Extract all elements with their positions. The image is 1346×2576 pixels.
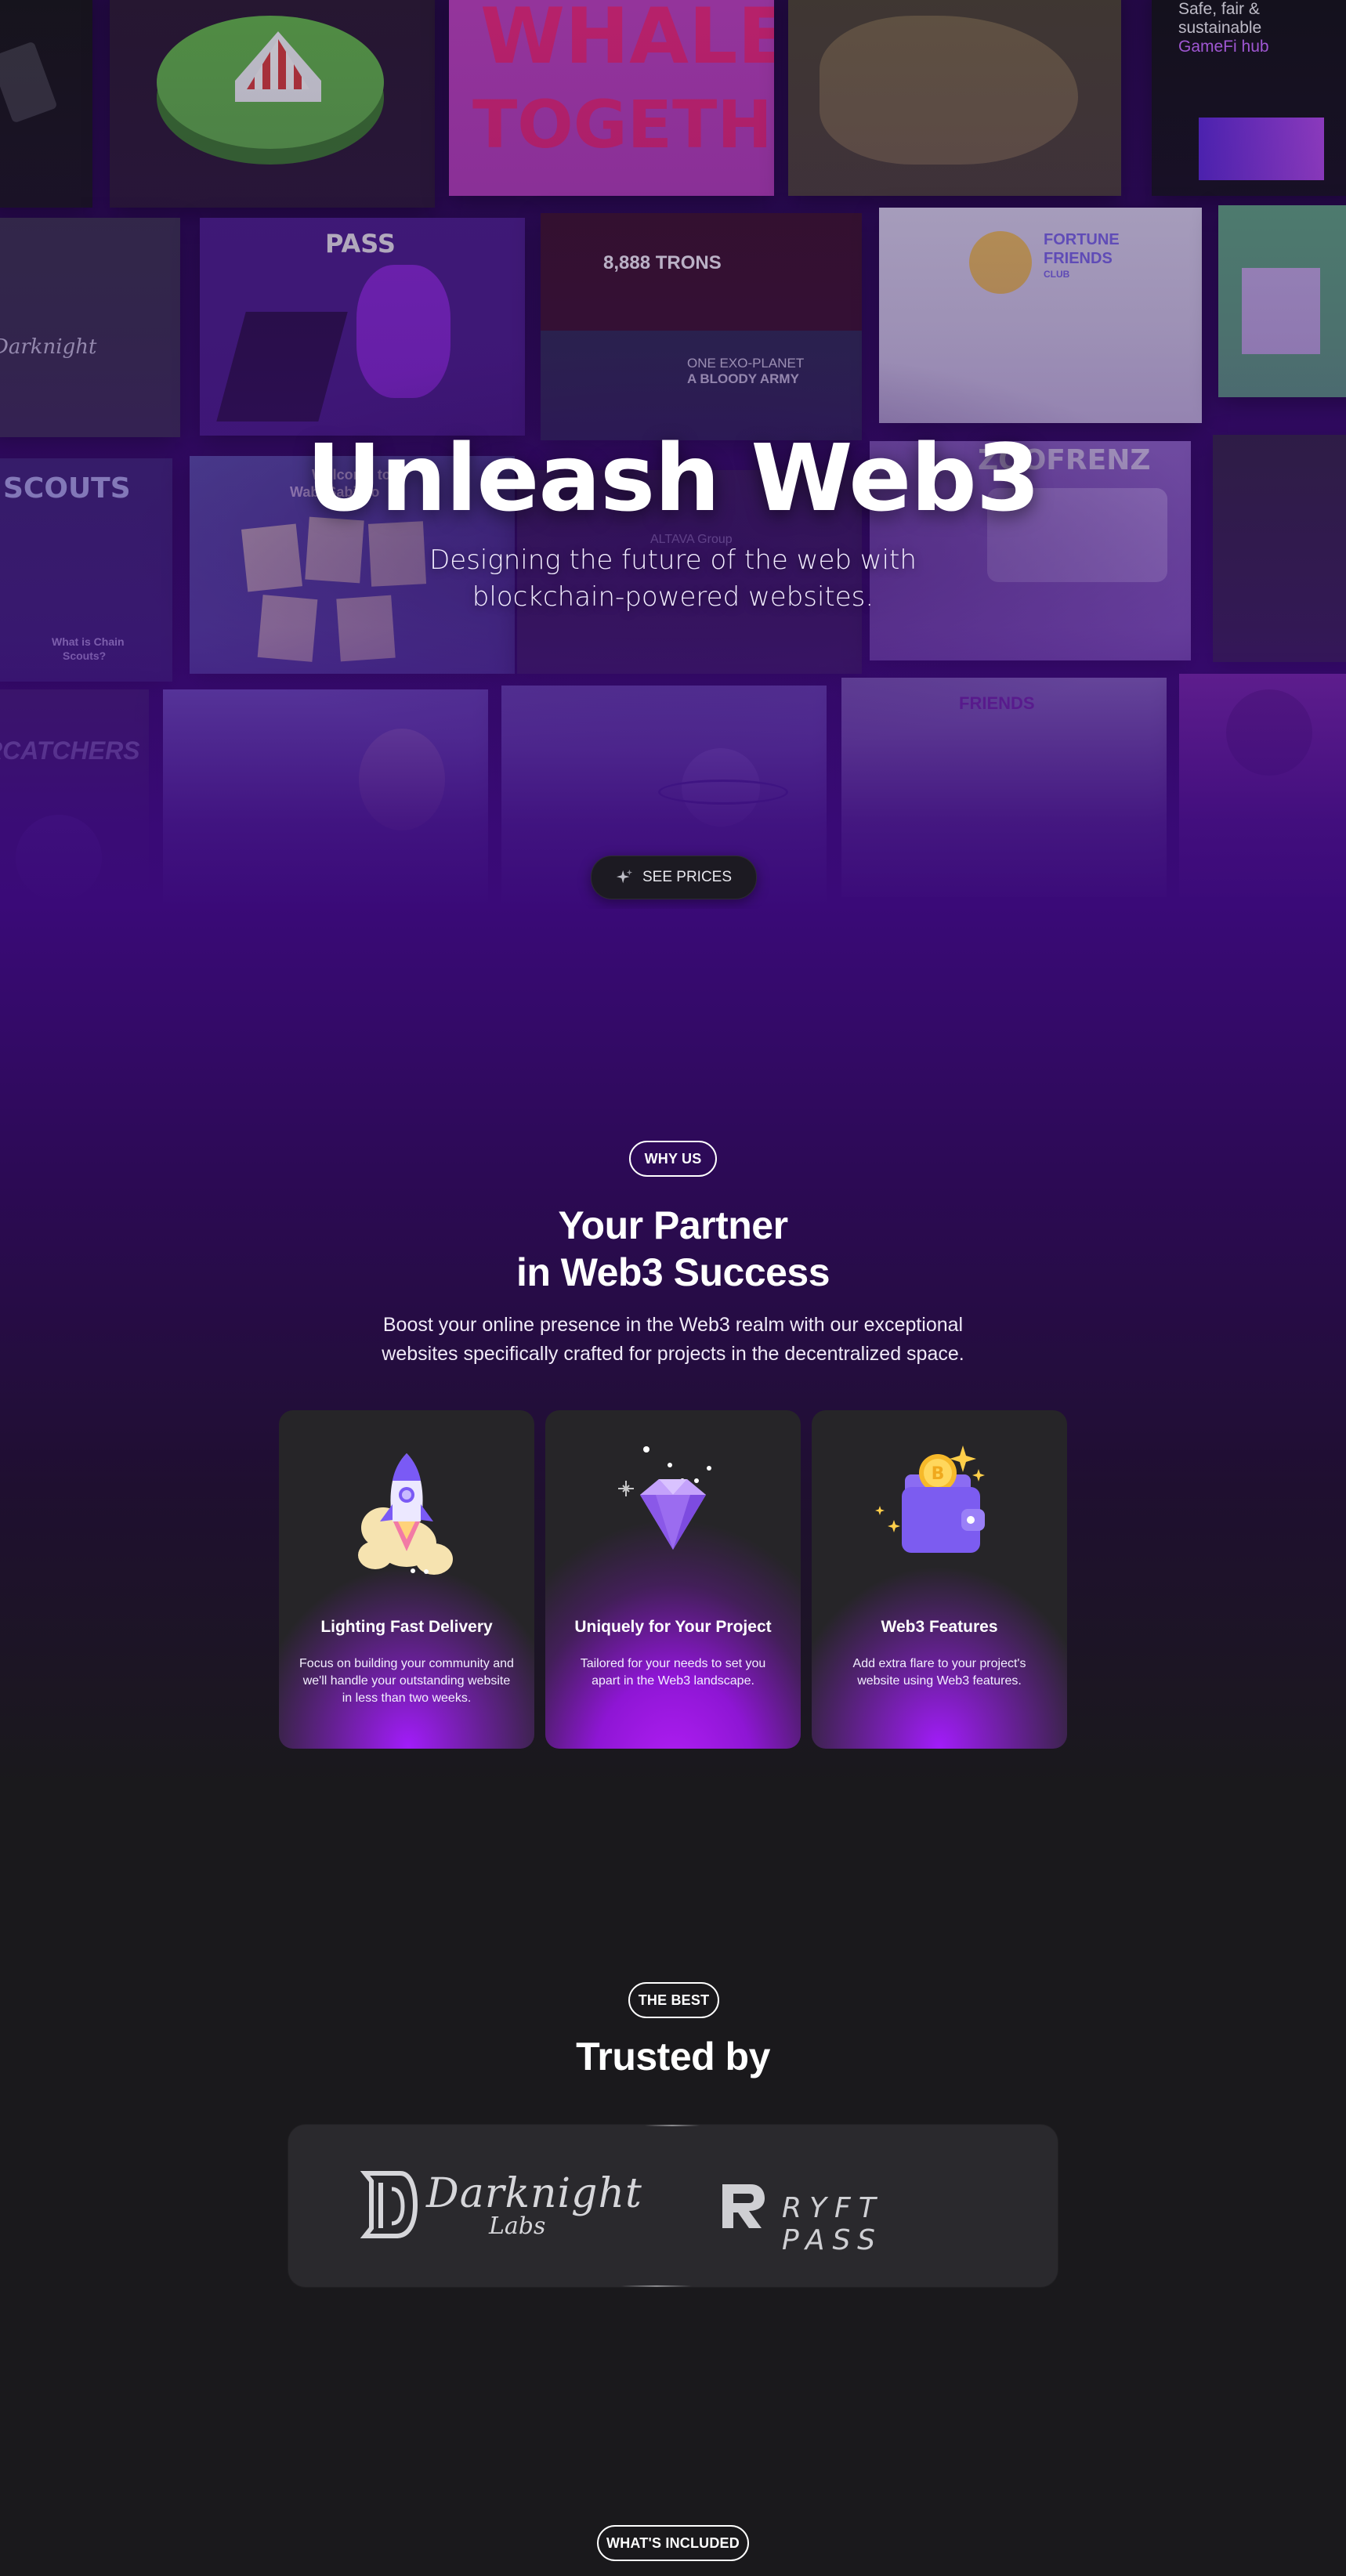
feature-card-delivery: Lighting Fast Delivery Focus on building… [279, 1410, 534, 1749]
tile-text: TOGETHER [472, 86, 774, 163]
wallet-icon: B [875, 1445, 985, 1553]
why-us-title: Your Partner in Web3 Success [0, 1202, 1346, 1296]
ryft-r-icon [722, 2184, 765, 2228]
tile-text: FRIENDS [959, 693, 1035, 713]
portfolio-tile [110, 0, 435, 208]
hero-subtitle: Designing the future of the web with blo… [429, 545, 917, 613]
ryft-pass-text: RYFT PASS [782, 2192, 884, 2256]
svg-text:B: B [932, 1464, 945, 1484]
why-us-title-line1: Your Partner [558, 1203, 788, 1247]
tile-text: ONE EXO-PLANET [687, 356, 805, 371]
whats-included-tag: WHAT'S INCLUDED [597, 2525, 749, 2561]
card-title: Uniquely for Your Project [574, 1618, 772, 1636]
see-prices-button[interactable]: SEE PRICES [591, 856, 757, 899]
card-text: Add extra flare to your project's websit… [852, 1657, 1026, 1688]
portfolio-tile [1179, 674, 1346, 897]
portfolio-tile: Safe, fair & sustainable GameFi hub [1152, 0, 1346, 196]
whats-included-tag-label: WHAT'S INCLUDED [606, 2534, 740, 2551]
portfolio-tile: PASS [200, 218, 525, 436]
feature-card-web3: B Web3 Features Add extra flare to your … [812, 1410, 1067, 1749]
feature-card-unique: Uniquely for Your Project Tailored for y… [545, 1410, 801, 1749]
tile-text: Darknight [0, 335, 97, 359]
sparkle-icon [616, 869, 633, 884]
tile-text: Safe, fair & [1178, 0, 1260, 18]
ryft-pass-logo: RYFT PASS [718, 2181, 984, 2256]
tile-text: Scouts? [63, 649, 107, 662]
portfolio-tile: 8,888 TRONS ONE EXO-PLANET A BLOODY ARMY [541, 213, 862, 440]
portfolio-tile: Darknight [0, 218, 180, 437]
why-us-tag-label: WHY US [644, 1150, 702, 1167]
tile-text: RCATCHERS [0, 736, 140, 765]
hero-title: Unleash Web3 [306, 424, 1040, 532]
tile-text: PASS [325, 229, 396, 259]
portfolio-tile: RCATCHERS [0, 689, 149, 909]
card-text: Tailored for your needs to set you apart… [580, 1657, 766, 1688]
portfolio-tile: WHALE TOGETHER [449, 0, 774, 196]
portfolio-tile [0, 0, 92, 208]
portfolio-tile [1218, 205, 1346, 397]
darknight-monogram-icon [360, 2171, 418, 2238]
tile-text: What is Chain [52, 635, 125, 648]
tile-text: GameFi hub [1178, 38, 1269, 56]
why-us-title-line2: in Web3 Success [516, 1250, 830, 1294]
the-best-tag: THE BEST [628, 1982, 719, 2018]
portfolio-tile: FORTUNE FRIENDS CLUB [879, 208, 1202, 423]
tile-text: sustainable [1178, 19, 1262, 37]
tile-text: WHALE [480, 0, 774, 81]
portfolio-tile [788, 0, 1121, 196]
tile-text: CLUB [1044, 269, 1070, 280]
portfolio-tile: FRIENDS [841, 678, 1167, 897]
portfolio-tile [163, 689, 488, 905]
diamond-icon [618, 1446, 711, 1550]
hero-section: WHALE TOGETHER Safe, fair & sustainable … [0, 0, 1346, 909]
rocket-icon [358, 1453, 453, 1575]
tile-text: FORTUNE [1044, 231, 1120, 248]
see-prices-label: SEE PRICES [642, 869, 733, 885]
card-text: Focus on building your community and we'… [299, 1657, 514, 1705]
tile-text: FRIENDS [1044, 250, 1113, 267]
trusted-logos-panel: Darknight Labs RYFT PASS [288, 2125, 1058, 2287]
the-best-tag-label: THE BEST [638, 1992, 710, 2008]
darknight-logo-line2: Labs [489, 2212, 546, 2240]
tile-text: 8,888 TRONS [603, 252, 722, 273]
card-title: Web3 Features [881, 1618, 998, 1636]
darknight-labs-logo: Darknight Labs [357, 2165, 642, 2244]
card-title: Lighting Fast Delivery [320, 1618, 493, 1636]
why-us-tag: WHY US [629, 1141, 717, 1177]
darknight-logo-line1: Darknight [426, 2170, 642, 2217]
tile-text: A BLOODY ARMY [687, 371, 799, 386]
why-us-description: Boost your online presence in the Web3 r… [382, 1314, 964, 1365]
trusted-title: Trusted by [576, 2035, 770, 2079]
